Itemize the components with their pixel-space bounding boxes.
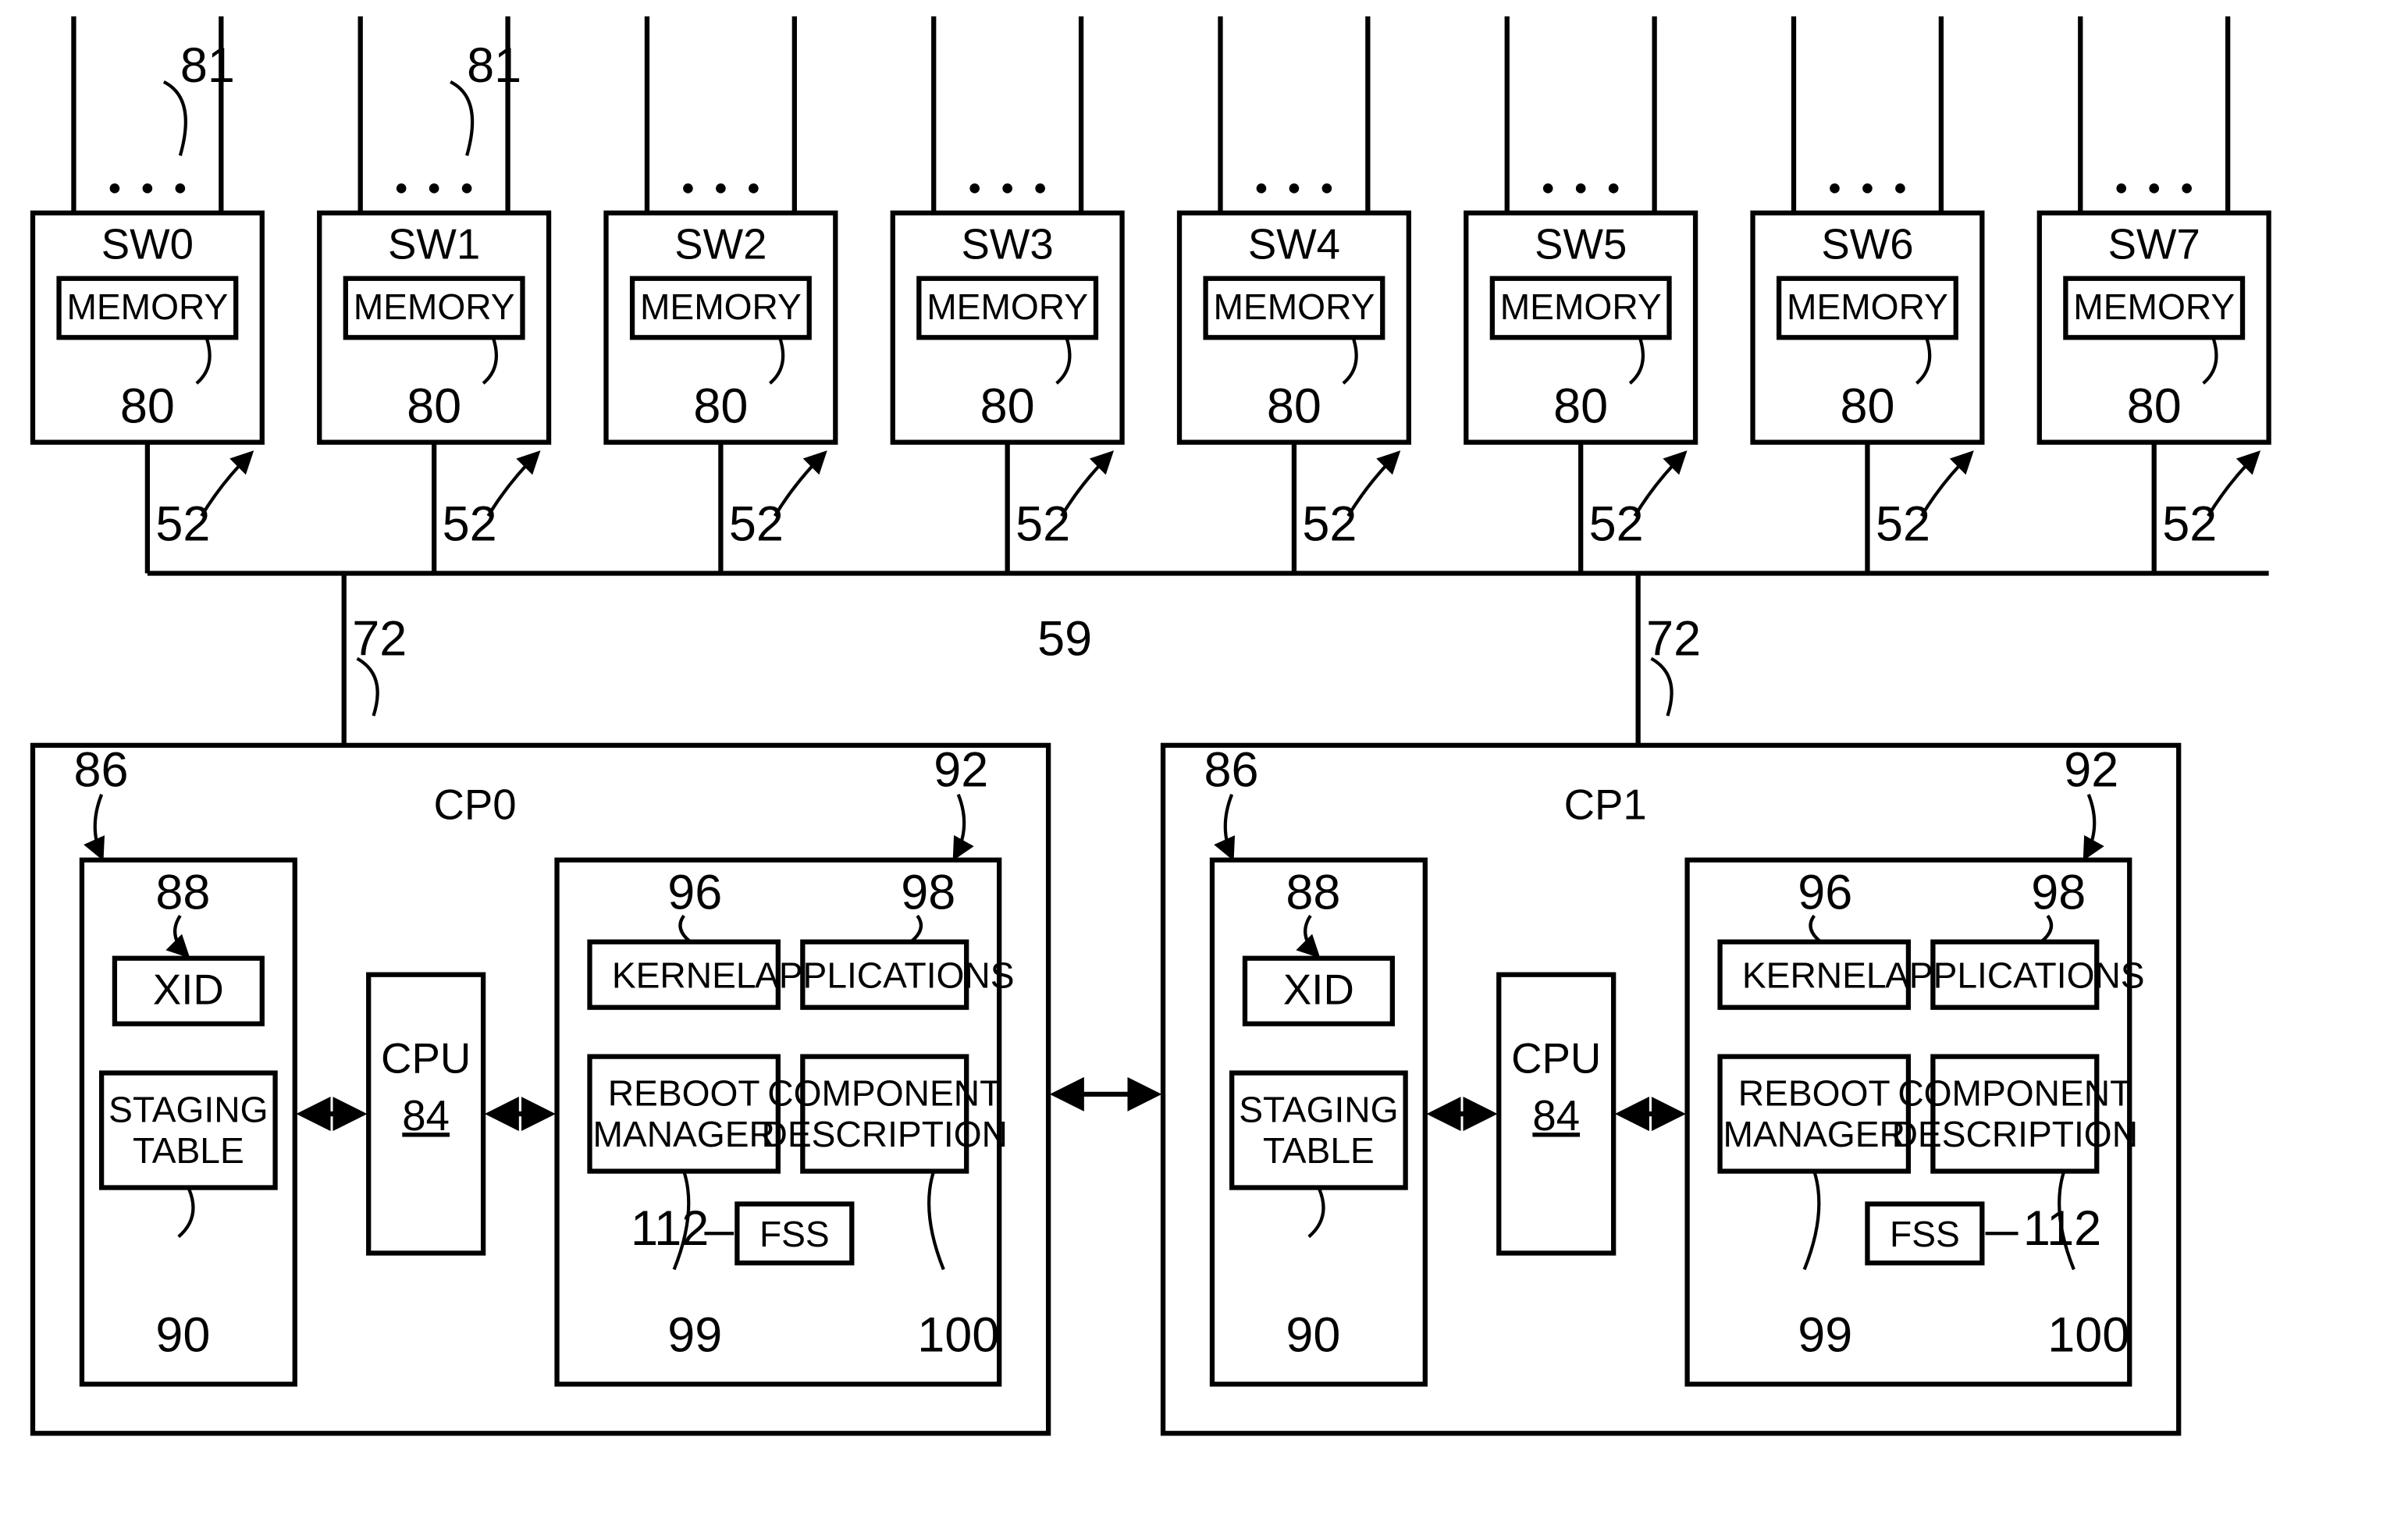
switch-ref: 52 <box>155 497 210 552</box>
component-ref: 100 <box>917 1307 999 1362</box>
staging-label-1: STAGING <box>1239 1090 1398 1130</box>
reboot-label-1: REBOOT <box>1738 1073 1890 1114</box>
memory-label: MEMORY <box>1213 286 1375 327</box>
switch-title: SW7 <box>2108 221 2200 269</box>
switch-title: SW3 <box>962 221 1054 269</box>
fss-ref: 112 <box>631 1201 709 1256</box>
switch-ref: 52 <box>443 497 497 552</box>
reboot-label-2: MANAGER <box>1723 1114 1905 1154</box>
reboot-label-1: REBOOT <box>608 1073 760 1114</box>
staging-ref: 90 <box>155 1307 210 1362</box>
reboot-ref: 99 <box>1798 1307 1852 1362</box>
memory-label: MEMORY <box>1787 286 1948 327</box>
staging-label-2: TABLE <box>1263 1130 1375 1171</box>
memory-ref: 80 <box>2127 379 2182 433</box>
switch-title: SW2 <box>674 221 767 269</box>
memory-ref: 80 <box>1267 379 1321 433</box>
memory-ref: 80 <box>693 379 748 433</box>
memory-ref: 80 <box>1553 379 1608 433</box>
memory-label: MEMORY <box>1500 286 1662 327</box>
fss-label: FSS <box>759 1214 830 1254</box>
reboot-label-2: MANAGER <box>592 1114 774 1154</box>
reboot-ref: 99 <box>667 1307 722 1362</box>
memory-ref: 80 <box>980 379 1035 433</box>
bus-ref: 59 <box>1037 611 1092 666</box>
applications-label: APPLICATIONS <box>755 955 1015 995</box>
cp-title: CP0 <box>434 781 517 828</box>
applications-ref: 98 <box>2031 866 2086 920</box>
switch-ref: 52 <box>729 497 784 552</box>
staging-label-2: TABLE <box>133 1130 244 1171</box>
memory-label: MEMORY <box>354 286 515 327</box>
xid-label: XID <box>1283 966 1354 1013</box>
switch-ref: 52 <box>2162 497 2217 552</box>
cp-ref-72: 72 <box>1646 611 1701 666</box>
memory-label: MEMORY <box>66 286 228 327</box>
applications-ref: 98 <box>901 866 955 920</box>
switch-ref: 52 <box>1015 497 1070 552</box>
kernel-ref: 96 <box>1798 866 1852 920</box>
component-label-2: DESCRIPTION <box>1892 1114 2138 1154</box>
xid-ref: 88 <box>1286 866 1340 920</box>
right-ref: 92 <box>934 742 988 797</box>
memory-label: MEMORY <box>2073 286 2235 327</box>
staging-label-1: STAGING <box>108 1090 268 1130</box>
switch-ref: 52 <box>1302 497 1357 552</box>
cpu-ref: 84 <box>402 1092 450 1140</box>
staging-ref: 90 <box>1286 1307 1340 1362</box>
left-ref: 86 <box>73 742 128 797</box>
memory-label: MEMORY <box>927 286 1088 327</box>
kernel-ref: 96 <box>667 866 722 920</box>
left-ref: 86 <box>1204 742 1258 797</box>
component-label-1: COMPONENT <box>767 1073 1001 1114</box>
cpu-ref: 84 <box>1532 1092 1580 1140</box>
fss-ref: 112 <box>2023 1201 2101 1256</box>
kernel-label: KERNEL <box>1742 955 1887 995</box>
cp-ref-72: 72 <box>352 611 407 666</box>
applications-label: APPLICATIONS <box>1885 955 2145 995</box>
xid-label: XID <box>153 966 224 1013</box>
cpu-label: CPU <box>381 1035 471 1083</box>
cpu-label: CPU <box>1511 1035 1601 1083</box>
switch-title: SW5 <box>1535 221 1627 269</box>
memory-ref: 80 <box>1840 379 1894 433</box>
switch-ref: 52 <box>1876 497 1930 552</box>
wire-ref-81: 81 <box>467 38 521 93</box>
xid-ref: 88 <box>155 866 210 920</box>
memory-ref: 80 <box>407 379 461 433</box>
kernel-label: KERNEL <box>612 955 756 995</box>
switch-ref: 52 <box>1589 497 1644 552</box>
wire-ref-81: 81 <box>180 38 235 93</box>
right-ref: 92 <box>2064 742 2118 797</box>
memory-ref: 80 <box>120 379 175 433</box>
component-ref: 100 <box>2047 1307 2129 1362</box>
memory-label: MEMORY <box>640 286 802 327</box>
switch-title: SW0 <box>101 221 194 269</box>
component-label-2: DESCRIPTION <box>762 1114 1008 1154</box>
cp-title: CP1 <box>1564 781 1647 828</box>
switch-title: SW4 <box>1248 221 1340 269</box>
component-label-1: COMPONENT <box>1898 1073 2132 1114</box>
switch-title: SW1 <box>388 221 480 269</box>
fss-label: FSS <box>1890 1214 1960 1254</box>
switch-title: SW6 <box>1821 221 1913 269</box>
